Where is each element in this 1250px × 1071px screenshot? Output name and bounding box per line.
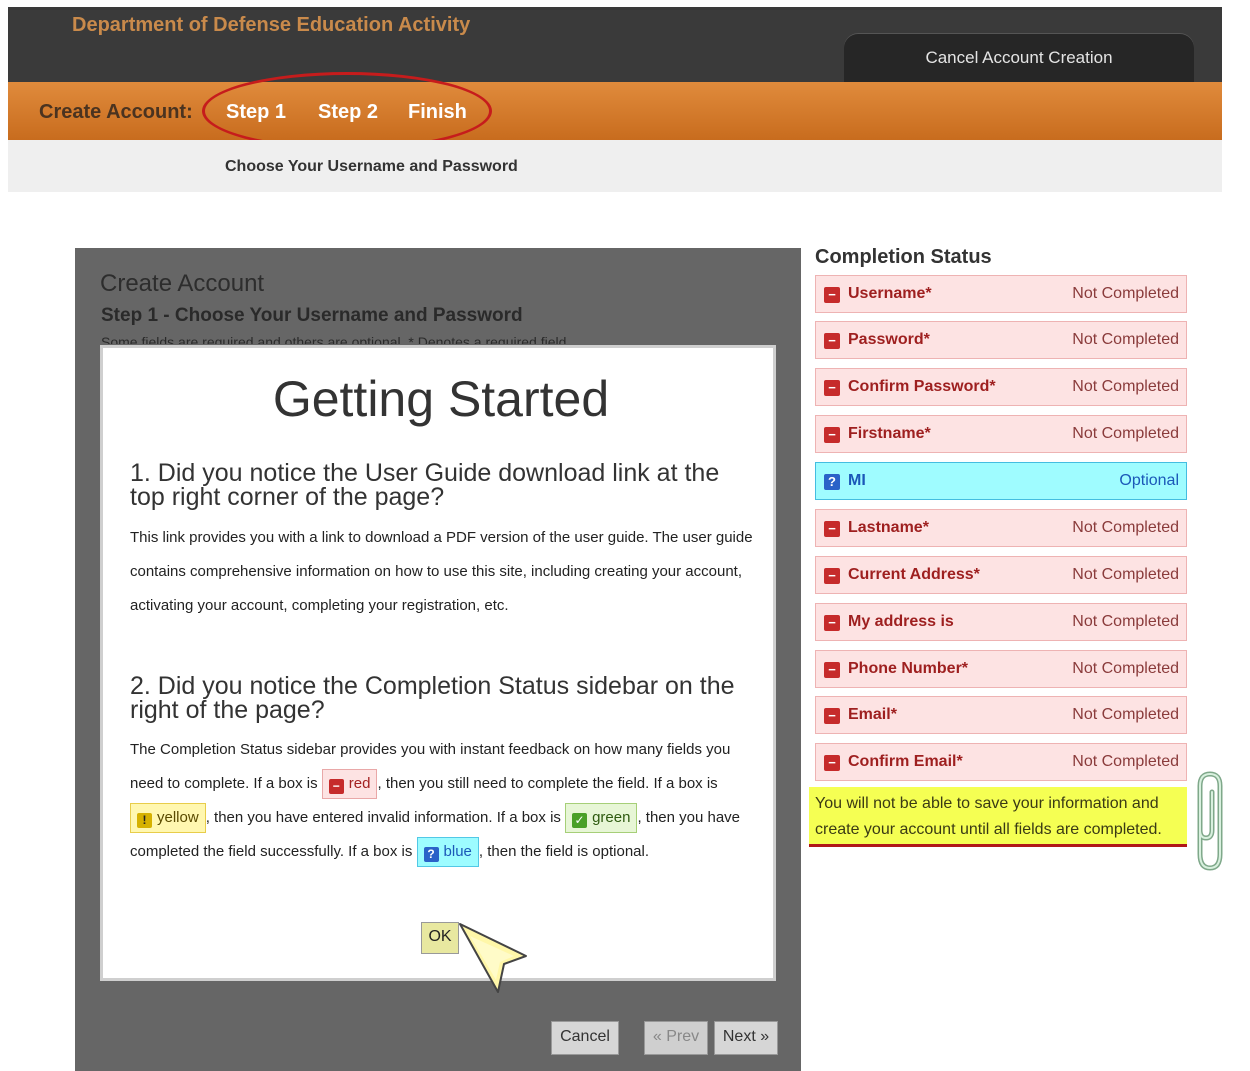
legend-green-chip: ✓ green [565,803,638,834]
status-row-confirm-password[interactable]: − Confirm Password* Not Completed [815,368,1187,406]
status-row-status: Not Completed [1072,285,1179,302]
prev-button[interactable]: « Prev [644,1021,708,1055]
cancel-button[interactable]: Cancel [551,1021,619,1055]
status-row-my-address[interactable]: − My address is Not Completed [815,603,1187,641]
p2-text-e: , then the field is optional. [478,843,650,860]
minus-icon: − [328,779,344,795]
paragraph-2: The Completion Status sidebar provides y… [130,733,760,869]
pointer-arrow-icon [459,923,527,993]
status-row-status: Not Completed [1072,378,1179,395]
minus-icon: − [824,662,840,678]
legend-blue-label: blue [443,843,472,861]
panel-note: Some fields are required and others are … [101,334,571,344]
status-row-name: Lastname* [848,519,929,536]
status-row-username[interactable]: − Username* Not Completed [815,275,1187,313]
status-row-name: MI [848,472,866,489]
status-row-name: Phone Number* [848,660,969,677]
completion-warning: You will not be able to save your inform… [809,787,1187,847]
minus-icon: − [824,287,840,303]
getting-started-modal: Getting Started 1. Did you notice the Us… [100,345,776,981]
completion-status-title: Completion Status [815,246,992,268]
step-subtitle-bar: Choose Your Username and Password [8,140,1222,192]
finish-tab[interactable]: Finish [408,101,467,124]
legend-green-label: green [592,809,631,827]
status-row-status: Not Completed [1072,519,1179,536]
status-row-firstname[interactable]: − Firstname* Not Completed [815,415,1187,453]
p2-text-b: , then you still need to complete the fi… [377,775,718,792]
panel-title: Create Account [100,270,265,297]
org-title: Department of Defense Education Activity [72,14,471,36]
top-header: Department of Defense Education Activity… [8,7,1222,83]
status-row-name: Current Address* [848,566,980,583]
status-row-name: Confirm Email* [848,753,963,770]
status-row-phone-number[interactable]: − Phone Number* Not Completed [815,650,1187,688]
legend-yellow-label: yellow [157,809,199,827]
step-bar-label: Create Account: [39,101,193,123]
paragraph-1: This link provides you with a link to do… [130,529,753,614]
panel-subtitle: Step 1 - Choose Your Username and Passwo… [101,305,523,326]
step-2-tab[interactable]: Step 2 [318,101,378,124]
minus-icon: − [824,333,840,349]
p2-text-c: , then you have entered invalid informat… [205,809,561,826]
question-icon: ? [824,474,840,490]
minus-icon: − [824,568,840,584]
minus-icon: − [824,521,840,537]
ok-button[interactable]: OK [421,922,459,954]
status-row-name: Username* [848,285,932,302]
modal-title: Getting Started [272,371,610,427]
status-row-current-address[interactable]: − Current Address* Not Completed [815,556,1187,594]
status-row-status: Not Completed [1072,331,1179,348]
legend-red-chip: − red [321,769,378,800]
legend-blue-chip: ? blue [416,837,479,868]
question-2: 2. Did you notice the Completion Status … [130,672,735,724]
status-row-status: Not Completed [1072,425,1179,442]
status-row-name: Password* [848,331,930,348]
status-row-status: Optional [1119,472,1179,489]
step-subtitle: Choose Your Username and Password [225,158,518,175]
status-row-name: Firstname* [848,425,931,442]
legend-yellow-chip: ! yellow [130,803,206,834]
minus-icon: − [824,427,840,443]
status-row-status: Not Completed [1072,706,1179,723]
minus-icon: − [824,708,840,724]
status-row-status: Not Completed [1072,613,1179,630]
status-row-email[interactable]: − Email* Not Completed [815,696,1187,734]
status-row-confirm-email[interactable]: − Confirm Email* Not Completed [815,743,1187,781]
minus-icon: − [824,615,840,631]
legend-red-label: red [348,775,371,793]
paperclip-icon [1197,771,1223,871]
status-row-status: Not Completed [1072,753,1179,770]
step-bar: Create Account: Step 1 Step 2 Finish [8,72,1222,150]
step-1-tab[interactable]: Step 1 [226,101,286,124]
cancel-account-creation-tab[interactable]: Cancel Account Creation [844,33,1194,83]
status-row-name: My address is [848,613,954,630]
status-row-name: Email* [848,706,897,723]
status-row-name: Confirm Password* [848,378,996,395]
status-row-password[interactable]: − Password* Not Completed [815,321,1187,359]
next-button[interactable]: Next » [714,1021,778,1055]
check-icon: ✓ [572,813,588,829]
status-row-lastname[interactable]: − Lastname* Not Completed [815,509,1187,547]
page-edge [0,0,8,1071]
minus-icon: − [824,380,840,396]
question-icon: ? [423,847,439,863]
status-row-status: Not Completed [1072,660,1179,677]
status-row-status: Not Completed [1072,566,1179,583]
exclamation-icon: ! [137,813,152,829]
question-1: 1. Did you notice the User Guide downloa… [130,459,720,511]
status-row-mi[interactable]: ? MI Optional [815,462,1187,500]
minus-icon: − [824,755,840,771]
